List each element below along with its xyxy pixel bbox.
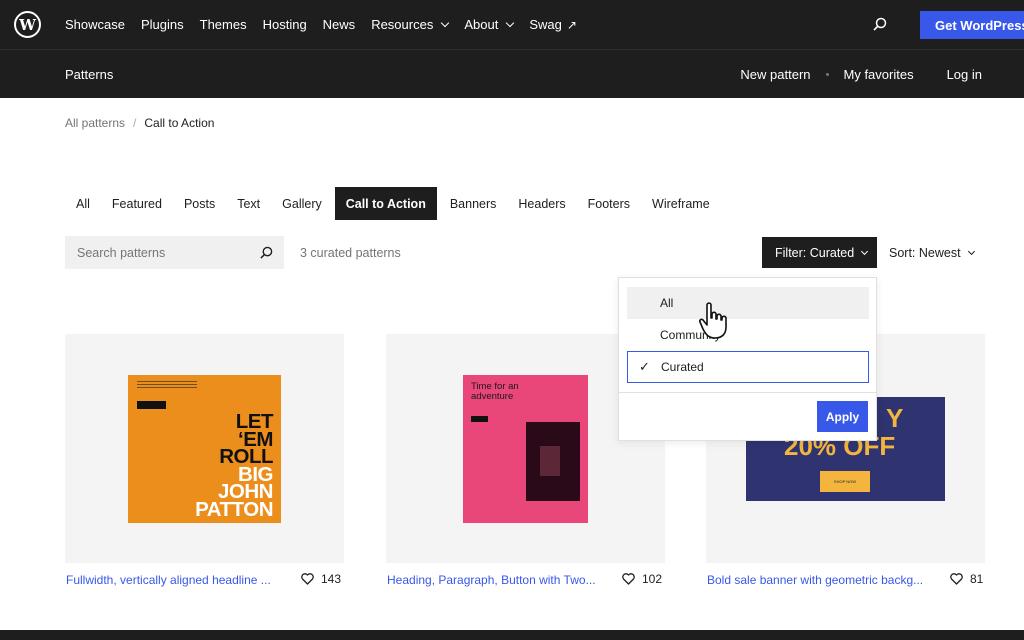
search-placeholder: Search patterns (77, 245, 166, 260)
pattern-title-link[interactable]: Heading, Paragraph, Button with Two... (387, 573, 596, 587)
chevron-down-icon (861, 247, 869, 255)
breadcrumb-separator: / (133, 116, 137, 130)
nav-item-plugins[interactable]: Plugins (141, 17, 184, 32)
hand-pointer-cursor-icon (698, 302, 727, 339)
wordpress-logo-icon[interactable]: W (14, 11, 41, 38)
preview-photo (526, 422, 580, 501)
subheader-actions: New pattern My favorites Log in (740, 67, 982, 82)
get-wordpress-button[interactable]: Get WordPress (920, 11, 1024, 39)
nav-item-about[interactable]: About (464, 17, 515, 32)
nav-item-showcase[interactable]: Showcase (65, 17, 125, 32)
tab-wireframe[interactable]: Wireframe (641, 187, 721, 220)
separator-dot (825, 73, 829, 76)
heart-icon (622, 573, 635, 585)
nav-item-news[interactable]: News (323, 17, 356, 32)
like-button[interactable]: 143 (301, 572, 341, 586)
tab-headers[interactable]: Headers (507, 187, 576, 220)
chevron-down-icon (506, 18, 515, 27)
tab-text[interactable]: Text (226, 187, 271, 220)
filter-option-curated[interactable]: ✓ Curated (627, 351, 869, 383)
patterns-subheader: Patterns New pattern My favorites Log in (0, 49, 1024, 98)
breadcrumb: All patterns / Call to Action (65, 116, 214, 130)
pattern-title-link[interactable]: Bold sale banner with geometric backg... (707, 573, 923, 587)
apply-button[interactable]: Apply (817, 401, 868, 432)
footer-bar (0, 630, 1024, 640)
filter-dropdown-button[interactable]: Filter: Curated (762, 237, 877, 268)
global-header: W Showcase Plugins Themes Hosting News R… (0, 0, 1024, 49)
external-link-icon: ↗ (566, 17, 577, 32)
search-icon[interactable] (260, 246, 273, 259)
section-title[interactable]: Patterns (65, 67, 113, 82)
like-count: 102 (642, 572, 663, 586)
filter-dropdown-menu: All Community ✓ Curated Apply (618, 277, 877, 441)
search-icon[interactable] (873, 17, 887, 31)
nav-item-swag[interactable]: Swag ↗ (529, 17, 577, 32)
sort-dropdown[interactable]: Sort: Newest (889, 246, 975, 260)
like-count: 143 (321, 572, 342, 586)
my-favorites-link[interactable]: My favorites (844, 67, 914, 82)
filter-option-community[interactable]: Community (627, 319, 869, 351)
pattern-title-link[interactable]: Fullwidth, vertically aligned headline .… (66, 573, 271, 587)
tab-posts[interactable]: Posts (173, 187, 226, 220)
tab-banners[interactable]: Banners (439, 187, 508, 220)
like-button[interactable]: 102 (622, 572, 662, 586)
tab-all[interactable]: All (65, 187, 101, 220)
tab-footers[interactable]: Footers (577, 187, 641, 220)
filter-option-all[interactable]: All (627, 287, 869, 319)
breadcrumb-current: Call to Action (144, 116, 215, 130)
result-count: 3 curated patterns (300, 246, 401, 260)
like-button[interactable]: 81 (950, 572, 983, 586)
pattern-preview: Time for an adventure (463, 375, 588, 523)
search-input[interactable]: Search patterns (65, 236, 284, 269)
log-in-link[interactable]: Log in (947, 67, 982, 82)
breadcrumb-all-patterns[interactable]: All patterns (65, 116, 125, 130)
nav-item-hosting[interactable]: Hosting (263, 17, 307, 32)
like-count: 81 (970, 572, 984, 586)
chevron-down-icon (441, 18, 450, 27)
tab-call-to-action[interactable]: Call to Action (334, 187, 437, 220)
heart-icon (950, 573, 963, 585)
nav-item-resources[interactable]: Resources (371, 17, 450, 32)
chevron-down-icon (967, 247, 975, 256)
new-pattern-link[interactable]: New pattern (740, 67, 810, 82)
tab-gallery[interactable]: Gallery (271, 187, 333, 220)
heart-icon (301, 573, 314, 585)
nav-item-themes[interactable]: Themes (200, 17, 247, 32)
pattern-card[interactable]: LET ‘EM ROLL BIG JOHN PATTON (65, 334, 344, 563)
global-nav: Showcase Plugins Themes Hosting News Res… (65, 0, 593, 49)
pattern-preview: LET ‘EM ROLL BIG JOHN PATTON (128, 375, 281, 523)
check-icon: ✓ (639, 359, 650, 374)
divider (619, 392, 876, 393)
category-tabs: All Featured Posts Text Gallery Call to … (65, 187, 721, 220)
tab-featured[interactable]: Featured (101, 187, 173, 220)
